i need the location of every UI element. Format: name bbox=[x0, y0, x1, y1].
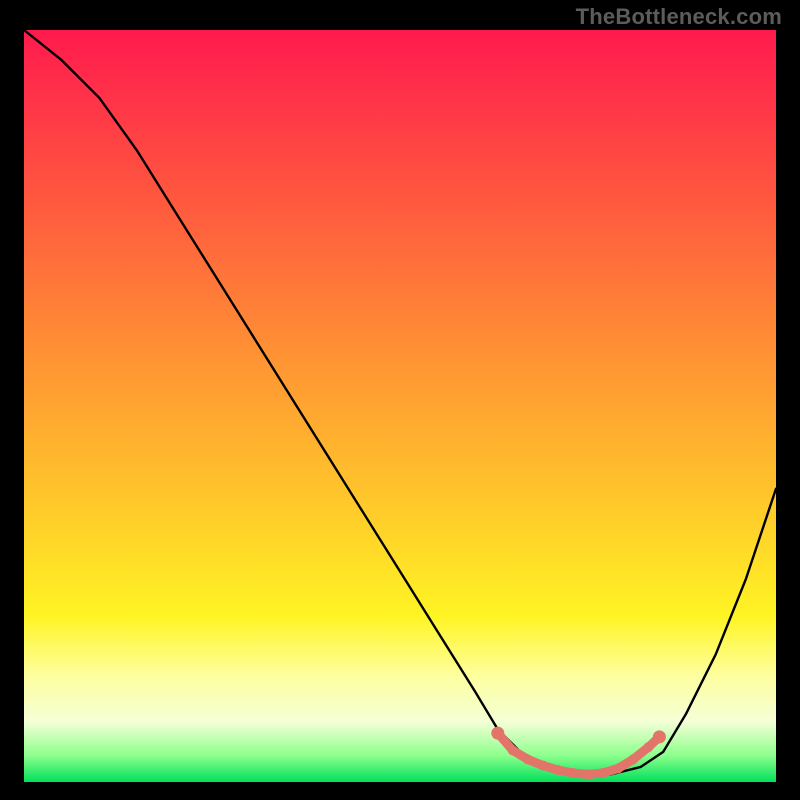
optimal-range-dot bbox=[568, 768, 578, 778]
optimal-range-markers bbox=[491, 727, 666, 780]
optimal-range-dot bbox=[538, 761, 548, 771]
watermark-text: TheBottleneck.com bbox=[576, 4, 782, 30]
optimal-range-dot bbox=[613, 764, 623, 774]
bottleneck-curve bbox=[24, 30, 776, 775]
optimal-range-dot bbox=[508, 745, 518, 755]
optimal-range-dot bbox=[553, 765, 563, 775]
chart-frame: TheBottleneck.com bbox=[0, 0, 800, 800]
optimal-range-dot bbox=[598, 768, 608, 778]
optimal-range-dot bbox=[491, 727, 504, 740]
optimal-range-dot bbox=[628, 754, 638, 764]
optimal-range-dot bbox=[583, 770, 593, 780]
curve-layer bbox=[24, 30, 776, 782]
optimal-range-dot bbox=[643, 742, 653, 752]
plot-area bbox=[24, 30, 776, 782]
optimal-range-dot bbox=[653, 730, 666, 743]
optimal-range-dot bbox=[523, 754, 533, 764]
